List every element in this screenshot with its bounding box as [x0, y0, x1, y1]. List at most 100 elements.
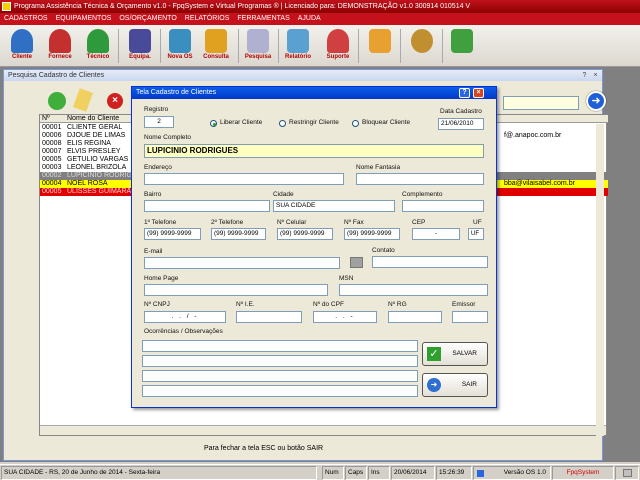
ie-field[interactable] — [236, 311, 302, 323]
toolbar-tecnico-button[interactable]: Técnico — [78, 27, 118, 65]
menu-cadastros[interactable]: CADASTROS — [4, 13, 48, 25]
rg-field[interactable] — [388, 311, 442, 323]
edit-icon[interactable] — [73, 88, 93, 112]
toolbar-exit-button[interactable] — [442, 27, 482, 65]
technician-icon — [87, 29, 109, 53]
delete-icon[interactable]: × — [107, 93, 123, 109]
cidade-label: Cidade — [273, 191, 294, 198]
toolbar-nova-os-button[interactable]: Nova OS — [160, 27, 200, 65]
menu-os-orcamento[interactable]: OS/ORÇAMENTO — [119, 13, 176, 25]
cnpj-field[interactable]: . . / - — [144, 311, 226, 323]
status-caps: Caps — [345, 466, 367, 480]
emissor-field[interactable] — [452, 311, 488, 323]
close-button[interactable]: × — [473, 88, 484, 98]
celular-field[interactable]: (99) 9999-9999 — [277, 228, 333, 240]
help-button[interactable]: ? — [459, 88, 470, 98]
data-cadastro-field[interactable]: 21/06/2010 — [438, 118, 484, 130]
observacoes-line-4[interactable] — [142, 385, 418, 397]
cep-field[interactable]: - — [412, 228, 460, 240]
endereco-field[interactable] — [144, 173, 344, 185]
registro-field[interactable]: 2 — [144, 116, 174, 128]
toolbar-consulta-button[interactable]: Consulta — [196, 27, 236, 65]
search-input[interactable] — [503, 96, 579, 110]
toolbar-calculator-button[interactable] — [360, 27, 400, 65]
homepage-label: Home Page — [144, 275, 179, 282]
toolbar-suporte-button[interactable]: Suporte — [318, 27, 358, 65]
add-icon[interactable] — [48, 92, 66, 110]
salvar-button[interactable]: ✓ SALVAR — [422, 342, 488, 366]
celular-label: Nº Celular — [277, 219, 307, 226]
keyboard-icon — [623, 469, 632, 477]
cnpj-label: Nº CNPJ — [144, 301, 170, 308]
cpf-field[interactable]: . . - — [313, 311, 377, 323]
toolbar-settings-button[interactable] — [402, 27, 442, 65]
menu-bar: CADASTROS EQUIPAMENTOS OS/ORÇAMENTO RELA… — [0, 13, 640, 25]
bairro-field[interactable] — [144, 200, 270, 212]
toolbar-pesquisa-button[interactable]: Pesquisa — [238, 27, 278, 65]
close-icon[interactable]: × — [591, 71, 600, 80]
contato-field[interactable] — [372, 256, 488, 268]
complemento-field[interactable] — [402, 200, 484, 212]
complemento-label: Complemento — [402, 191, 443, 198]
vertical-scrollbar[interactable] — [596, 124, 604, 436]
toolbar-cliente-button[interactable]: Cliente — [2, 27, 42, 65]
observacoes-line-2[interactable] — [142, 355, 418, 367]
menu-equipamentos[interactable]: EQUIPAMENTOS — [56, 13, 112, 25]
uf-field[interactable]: UF — [468, 228, 484, 240]
email-field[interactable] — [144, 257, 340, 269]
version-icon — [477, 470, 484, 477]
observacoes-line-1[interactable] — [142, 340, 418, 352]
help-icon[interactable]: ? — [580, 71, 589, 80]
toolbar-fornece-button[interactable]: Fornece — [40, 27, 80, 65]
tel1-field[interactable]: (99) 9999-9999 — [144, 228, 201, 240]
fax-field[interactable]: (99) 9999-9999 — [344, 228, 400, 240]
ie-label: Nº I.E. — [236, 301, 255, 308]
radio-restringir[interactable] — [279, 120, 286, 127]
window-title: Programa Assistência Técnica & Orçamento… — [14, 3, 471, 10]
exit-icon — [451, 29, 473, 53]
homepage-field[interactable] — [144, 284, 328, 296]
app-icon — [2, 2, 11, 11]
status-brand: FpqSystem — [552, 466, 614, 480]
observacoes-line-3[interactable] — [142, 370, 418, 382]
column-header-number[interactable]: Nº — [42, 115, 50, 123]
cep-label: CEP — [412, 219, 426, 226]
arrow-right-icon[interactable]: ➜ — [586, 91, 606, 111]
tel2-field[interactable]: (99) 9999-9999 — [211, 228, 266, 240]
horizontal-scrollbar[interactable] — [40, 425, 606, 435]
toolbar-equipa-button[interactable]: Equipa. — [120, 27, 160, 65]
search-doc-icon — [247, 29, 269, 53]
nome-field[interactable]: LUPICINIO RODRIGUES — [144, 144, 484, 158]
window-titlebar: Programa Assistência Técnica & Orçamento… — [0, 0, 640, 13]
fantasia-field[interactable] — [356, 173, 484, 185]
cidade-field[interactable]: SUA CIDADE — [273, 200, 395, 212]
exit-arrow-icon: ➜ — [427, 378, 441, 392]
email-send-icon[interactable] — [350, 257, 363, 268]
report-icon — [287, 29, 309, 53]
menu-ferramentas[interactable]: FERRAMENTAS — [237, 13, 289, 25]
nome-label: Nome Completo — [144, 134, 191, 141]
toolbar: Cliente Fornece Técnico Equipa. Nova OS … — [0, 25, 640, 67]
status-bar: SUA CIDADE - RS, 20 de Junho de 2014 - S… — [0, 464, 640, 480]
sair-button[interactable]: ➜ SAIR — [422, 373, 488, 397]
status-version: Versão OS 1.0 — [473, 466, 551, 480]
endereco-label: Endereço — [144, 164, 172, 171]
email-label: E-mail — [144, 248, 163, 255]
toolbar-separator — [358, 29, 359, 63]
column-header-name[interactable]: Nome do Cliente — [67, 115, 119, 123]
toolbar-relatorio-button[interactable]: Relatório — [278, 27, 318, 65]
emissor-label: Emissor — [452, 301, 476, 308]
client-icon — [11, 29, 33, 53]
status-time: 15:26:39 — [436, 466, 472, 480]
cpf-label: Nº do CPF — [313, 301, 344, 308]
menu-ajuda[interactable]: AJUDA — [298, 13, 321, 25]
close-hint: Para fechar a tela ESC ou botão SAIR — [204, 445, 324, 452]
radio-bloquear[interactable] — [352, 120, 359, 127]
folder-icon — [205, 29, 227, 53]
checkmark-icon: ✓ — [427, 347, 441, 361]
status-num: Num — [322, 466, 344, 480]
radio-liberar[interactable] — [210, 120, 217, 127]
msn-field[interactable] — [339, 284, 488, 296]
data-cadastro-label: Data Cadastro — [440, 108, 482, 115]
menu-relatorios[interactable]: RELATÓRIOS — [185, 13, 230, 25]
